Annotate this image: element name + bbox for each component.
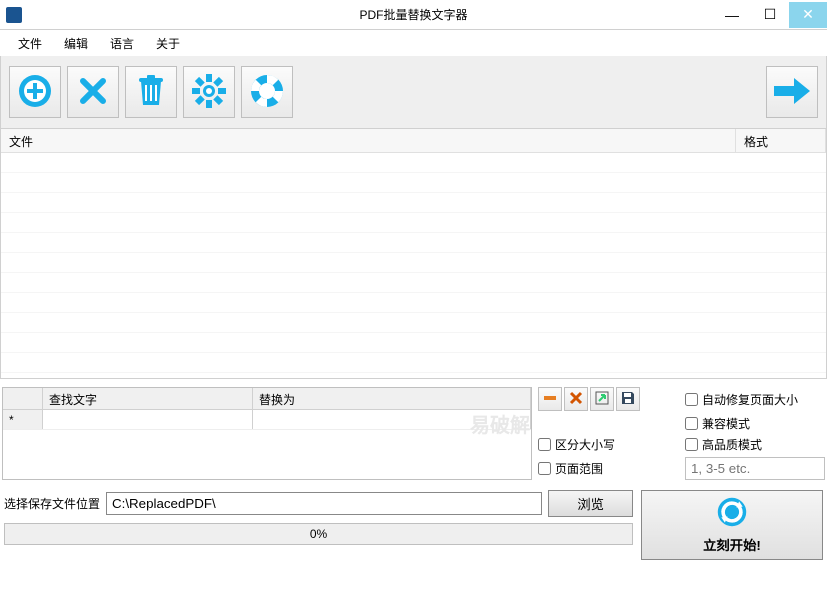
- x-small-icon: [568, 390, 584, 409]
- range-input[interactable]: [685, 457, 825, 480]
- col-marker: [3, 388, 43, 409]
- add-button[interactable]: [9, 66, 61, 118]
- save-list-button[interactable]: [616, 387, 640, 411]
- gear-icon: [191, 73, 227, 112]
- replace-table: 查找文字 替换为 *: [2, 387, 532, 480]
- help-button[interactable]: [241, 66, 293, 118]
- save-label: 选择保存文件位置: [4, 495, 100, 512]
- toolbar: [0, 56, 827, 129]
- bottom-section: 选择保存文件位置 浏览 0% 立刻开始!: [0, 490, 827, 560]
- start-label: 立刻开始!: [703, 535, 761, 554]
- save-icon: [620, 390, 636, 409]
- file-list-rows[interactable]: [1, 153, 826, 378]
- minus-icon: [542, 390, 558, 409]
- settings-button[interactable]: [183, 66, 235, 118]
- maximize-button[interactable]: ☐: [751, 2, 789, 28]
- row-marker: *: [3, 410, 43, 429]
- auto-fix-checkbox[interactable]: 自动修复页面大小: [685, 391, 825, 408]
- refresh-icon: [716, 496, 748, 531]
- title-bar: PDF批量替换文字器 — ☐ ✕: [0, 0, 827, 30]
- open-list-button[interactable]: [590, 387, 614, 411]
- close-button[interactable]: ✕: [789, 2, 827, 28]
- case-checkbox[interactable]: 区分大小写: [538, 436, 675, 453]
- app-icon: [6, 7, 22, 23]
- trash-icon: [135, 73, 167, 112]
- replace-section: 查找文字 替换为 * 自动修复页面大小 兼容模式 区分大小写 高品质模式 页面范…: [0, 387, 827, 480]
- compat-checkbox[interactable]: 兼容模式: [685, 415, 825, 432]
- arrow-right-icon: [772, 76, 812, 109]
- remove-row-button[interactable]: [538, 387, 562, 411]
- save-path-input[interactable]: [106, 492, 542, 515]
- menu-file[interactable]: 文件: [8, 31, 52, 56]
- remove-button[interactable]: [67, 66, 119, 118]
- col-replace[interactable]: 替换为: [253, 388, 531, 409]
- file-list: 文件 格式: [0, 129, 827, 379]
- clear-button[interactable]: [125, 66, 177, 118]
- file-list-header: 文件 格式: [1, 129, 826, 153]
- col-format[interactable]: 格式: [736, 129, 826, 152]
- progress-text: 0%: [310, 527, 327, 541]
- range-checkbox[interactable]: 页面范围: [538, 460, 675, 477]
- col-find[interactable]: 查找文字: [43, 388, 253, 409]
- menu-bar: 文件 编辑 语言 关于: [0, 30, 827, 56]
- find-cell[interactable]: [43, 410, 253, 429]
- table-row[interactable]: *: [3, 410, 531, 430]
- plus-icon: [17, 73, 53, 112]
- x-icon: [77, 75, 109, 110]
- start-button[interactable]: 立刻开始!: [641, 490, 823, 560]
- menu-language[interactable]: 语言: [100, 31, 144, 56]
- window-title: PDF批量替换文字器: [359, 6, 467, 23]
- lifebuoy-icon: [249, 73, 285, 112]
- hq-checkbox[interactable]: 高品质模式: [685, 436, 825, 453]
- replace-table-body[interactable]: *: [3, 410, 531, 476]
- minimize-button[interactable]: —: [713, 2, 751, 28]
- browse-button[interactable]: 浏览: [548, 490, 633, 517]
- col-file[interactable]: 文件: [1, 129, 736, 152]
- save-path-row: 选择保存文件位置 浏览: [4, 490, 633, 517]
- window-controls: — ☐ ✕: [713, 2, 827, 28]
- progress-bar: 0%: [4, 523, 633, 545]
- replace-cell[interactable]: [253, 410, 531, 429]
- options-panel: 自动修复页面大小 兼容模式 区分大小写 高品质模式 页面范围: [538, 387, 825, 480]
- menu-about[interactable]: 关于: [146, 31, 190, 56]
- clear-rows-button[interactable]: [564, 387, 588, 411]
- open-icon: [594, 390, 610, 409]
- replace-table-header: 查找文字 替换为: [3, 388, 531, 410]
- menu-edit[interactable]: 编辑: [54, 31, 98, 56]
- next-button[interactable]: [766, 66, 818, 118]
